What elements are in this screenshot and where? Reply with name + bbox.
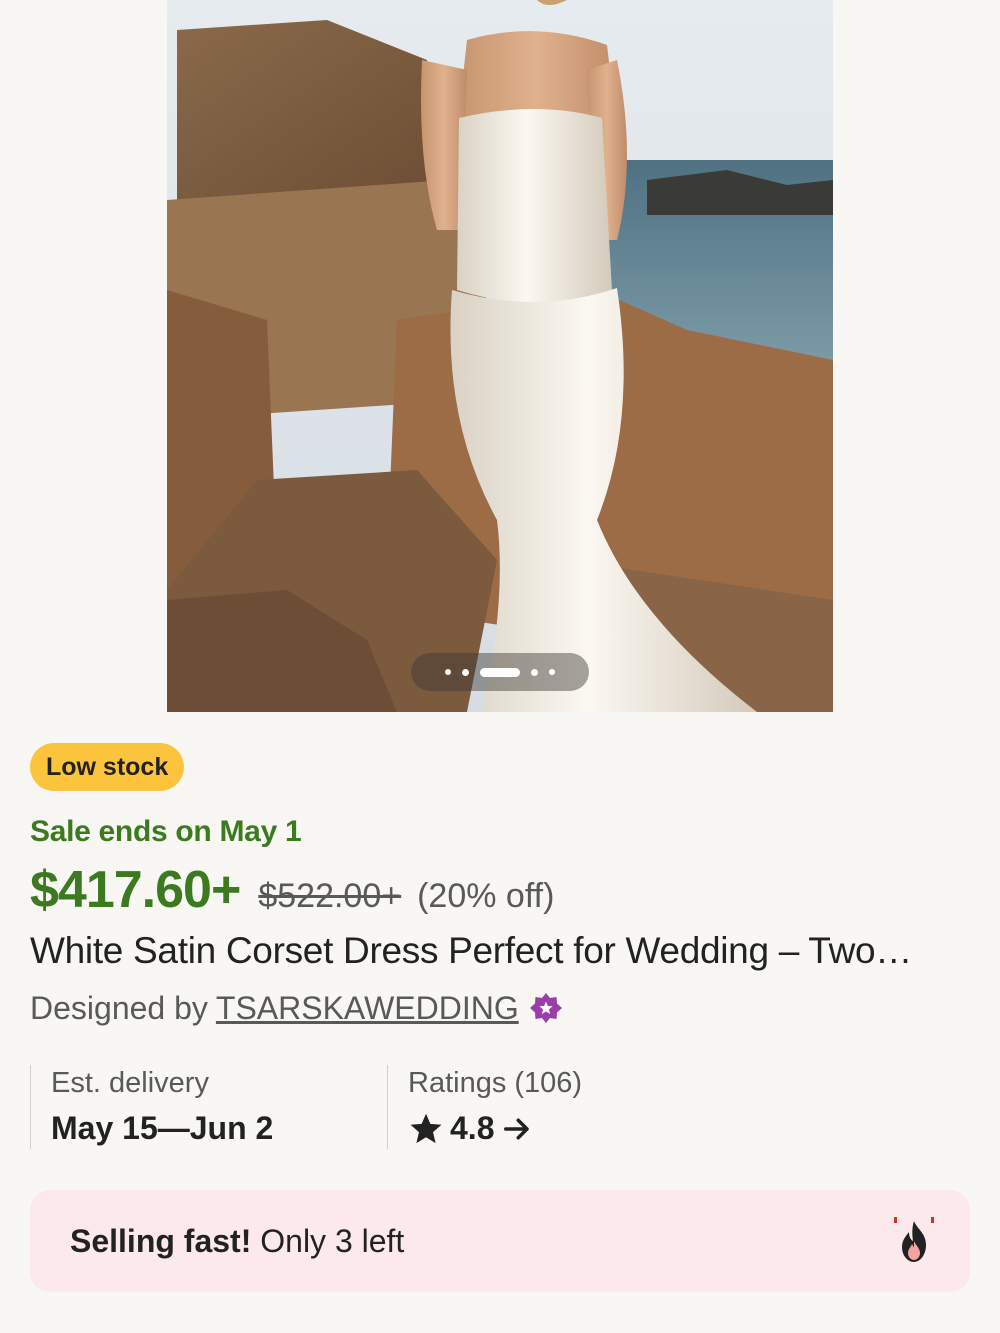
ratings-link[interactable]: Ratings (106) 4.8: [387, 1065, 582, 1149]
carousel-dot[interactable]: [549, 669, 555, 675]
stats-section: Est. delivery May 15—Jun 2 Ratings (106)…: [30, 1065, 970, 1149]
ratings-value-row[interactable]: 4.8: [408, 1110, 582, 1147]
designer-row: Designed by TSARSKAWEDDING: [30, 990, 563, 1027]
sale-ends-text: Sale ends on May 1: [30, 815, 302, 848]
product-photo: [167, 0, 833, 712]
star-seller-icon: [529, 992, 562, 1023]
ratings-label: Ratings (106): [408, 1067, 583, 1099]
current-price: $417.60+: [30, 861, 241, 919]
estimated-delivery: Est. delivery May 15—Jun 2: [30, 1065, 273, 1149]
delivery-label: Est. delivery: [51, 1067, 209, 1099]
selling-fast-rest: Only 3 left: [260, 1222, 405, 1259]
discount-percent: (20% off): [417, 877, 555, 915]
ratings-score: 4.8: [450, 1110, 495, 1146]
product-image[interactable]: [167, 0, 833, 712]
delivery-dates: May 15—Jun 2: [51, 1110, 274, 1146]
carousel-indicator[interactable]: [411, 653, 589, 691]
selling-fast-strong: Selling fast!: [70, 1222, 252, 1259]
product-title[interactable]: White Satin Corset Dress Perfect for Wed…: [30, 930, 970, 972]
price-row: $417.60+ $522.00+ (20% off): [30, 860, 554, 920]
fire-icon: [894, 1217, 934, 1262]
shop-name-link[interactable]: TSARSKAWEDDING: [216, 990, 519, 1027]
carousel-dot-active[interactable]: [480, 667, 520, 677]
carousel-dot[interactable]: [445, 669, 451, 675]
star-icon: [410, 1113, 442, 1143]
original-price: $522.00+: [258, 877, 402, 915]
carousel-dot[interactable]: [531, 668, 538, 676]
selling-fast-alert: Selling fast! Only 3 left: [30, 1190, 970, 1292]
carousel-dot[interactable]: [462, 668, 469, 676]
selling-fast-text: Selling fast! Only 3 left: [70, 1223, 404, 1260]
arrow-right-icon: [504, 1118, 530, 1139]
low-stock-badge: Low stock: [30, 743, 185, 791]
designer-prefix: Designed by: [30, 990, 208, 1026]
